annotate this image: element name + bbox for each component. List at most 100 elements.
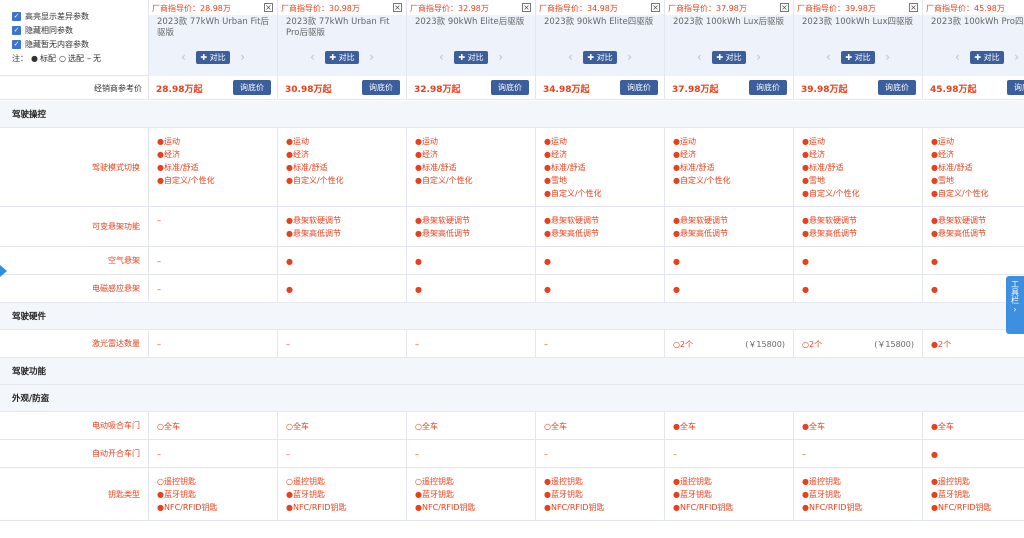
car-model-name[interactable]: 2023款 77kWh Urban Fit后驱版	[149, 15, 277, 49]
param-row: 激光雷达数量 – – – – ○2个 (￥15800) ○2个 (￥15800) ●2个	[0, 330, 1024, 358]
dealer-price: 39.98万起	[801, 85, 848, 95]
param-cell: ○2个 (￥15800)	[664, 330, 793, 357]
param-value: ●悬架软硬调节	[544, 216, 599, 225]
move-right-icon[interactable]: ›	[494, 50, 508, 64]
param-label[interactable]: 电磁感应悬架	[0, 275, 148, 302]
param-cell: ○遥控钥匙 ●蓝牙钥匙 ●NFC/RFID钥匙	[148, 468, 277, 520]
move-right-icon[interactable]: ›	[236, 50, 250, 64]
param-value: ●经济	[286, 150, 309, 159]
param-label[interactable]: 空气悬架	[0, 247, 148, 274]
compare-button[interactable]: ✚ 对比	[841, 50, 875, 64]
close-icon[interactable]: ×	[780, 3, 789, 12]
param-value: ●自定义/个性化	[415, 176, 473, 185]
close-icon[interactable]: ×	[522, 3, 531, 12]
param-value: ●运动	[157, 137, 180, 146]
param-cell: ●	[277, 247, 406, 274]
checkbox-checked-icon[interactable]: ✓	[12, 11, 21, 21]
legend-optional: 选配	[67, 53, 84, 63]
param-value: ●标准/舒适	[415, 163, 457, 172]
compare-button[interactable]: ✚ 对比	[325, 50, 359, 64]
msrp-price: 厂商指导价：37.98万	[665, 0, 793, 15]
inquire-price-button[interactable]: 询底价	[1007, 80, 1024, 95]
msrp-price: 厂商指导价：28.98万	[149, 0, 277, 15]
close-icon[interactable]: ×	[393, 3, 402, 12]
param-value: ●标准/舒适	[286, 163, 328, 172]
inquire-price-button[interactable]: 询底价	[491, 80, 529, 95]
inquire-price-button[interactable]: 询底价	[362, 80, 400, 95]
move-right-icon[interactable]: ›	[752, 50, 766, 64]
param-value: –	[157, 339, 161, 349]
close-icon[interactable]: ×	[909, 3, 918, 12]
param-value: ●标准/舒适	[157, 163, 199, 172]
move-right-icon[interactable]: ›	[1010, 50, 1024, 64]
move-left-icon[interactable]: ‹	[821, 50, 835, 64]
hide-same-option[interactable]: ✓ 隐藏相同参数	[12, 23, 148, 37]
inquire-price-button[interactable]: 询底价	[620, 80, 658, 95]
param-label[interactable]: 钥匙类型	[0, 468, 148, 520]
car-model-name[interactable]: 2023款 77kWh Urban Fit Pro后驱版	[278, 15, 406, 49]
car-model-name[interactable]: 2023款 90kWh Elite四驱版	[536, 15, 664, 49]
move-right-icon[interactable]: ›	[623, 50, 637, 64]
move-left-icon[interactable]: ‹	[692, 50, 706, 64]
hide-empty-option[interactable]: ✓ 隐藏暂无内容参数	[12, 37, 148, 51]
car-model-name[interactable]: 2023款 90kWh Elite后驱版	[407, 15, 535, 49]
inquire-price-button[interactable]: 询底价	[233, 80, 271, 95]
param-value: –	[157, 256, 161, 266]
param-cell: ○全车	[535, 412, 664, 439]
compare-button[interactable]: ✚ 对比	[583, 50, 617, 64]
param-label[interactable]: 驾驶模式切换	[0, 128, 148, 206]
compare-button[interactable]: ✚ 对比	[454, 50, 488, 64]
car-model-name[interactable]: 2023款 100kWh Lux四驱版	[794, 15, 922, 49]
close-icon[interactable]: ×	[651, 3, 660, 12]
compare-button[interactable]: ✚ 对比	[196, 50, 230, 64]
param-cell: –	[277, 330, 406, 357]
param-cell: ●2个	[922, 330, 1024, 357]
msrp-price: 厂商指导价：32.98万	[407, 0, 535, 15]
param-row: 空气悬架 – ● ● ● ● ● ●	[0, 247, 1024, 275]
param-cell: ●悬架软硬调节 ●悬架高低调节	[535, 207, 664, 246]
compare-button[interactable]: ✚ 对比	[712, 50, 746, 64]
close-icon[interactable]: ×	[264, 3, 273, 12]
param-label[interactable]: 激光雷达数量	[0, 330, 148, 357]
highlight-diff-option[interactable]: ✓ 高亮显示差异参数	[12, 9, 148, 23]
param-value: ●经济	[157, 150, 180, 159]
param-cell: ●	[793, 247, 922, 274]
inquire-price-button[interactable]: 询底价	[749, 80, 787, 95]
move-left-icon[interactable]: ‹	[305, 50, 319, 64]
optional-circle-icon: ○	[58, 53, 66, 63]
section-title: 驾驶硬件	[12, 312, 47, 322]
compare-controls: ‹ ✚ 对比 ›	[923, 49, 1024, 65]
car-model-name[interactable]: 2023款 100kWh Lux后驱版	[665, 15, 793, 49]
param-value: –	[544, 449, 548, 459]
param-value: ●悬架高低调节	[673, 229, 728, 238]
param-value: ●经济	[544, 150, 567, 159]
param-value: ●遥控钥匙	[931, 477, 970, 486]
param-value: ●悬架软硬调节	[802, 216, 857, 225]
move-left-icon[interactable]: ‹	[176, 50, 190, 64]
compare-button[interactable]: ✚ 对比	[970, 50, 1004, 64]
param-value: ○全车	[286, 421, 309, 431]
param-cell: ○全车	[406, 412, 535, 439]
move-right-icon[interactable]: ›	[881, 50, 895, 64]
param-label[interactable]: 自动开合车门	[0, 440, 148, 467]
checkbox-checked-icon[interactable]: ✓	[12, 25, 21, 35]
param-value: ○2个 (￥15800)	[673, 338, 793, 351]
move-left-icon[interactable]: ‹	[434, 50, 448, 64]
param-value: ●NFC/RFID钥匙	[802, 503, 863, 512]
checkbox-checked-icon[interactable]: ✓	[12, 39, 21, 49]
toolbar-arrow-icon: ›	[1013, 305, 1017, 314]
car-model-name[interactable]: 2023款 100kWh Pro四驱版	[923, 15, 1024, 49]
inquire-price-button[interactable]: 询底价	[878, 80, 916, 95]
param-cell: ○2个 (￥15800)	[793, 330, 922, 357]
move-right-icon[interactable]: ›	[365, 50, 379, 64]
param-value: ●全车	[931, 421, 954, 431]
param-label[interactable]: 电动吸合车门	[0, 412, 148, 439]
move-left-icon[interactable]: ‹	[563, 50, 577, 64]
move-left-icon[interactable]: ‹	[950, 50, 964, 64]
param-label[interactable]: 可变悬架功能	[0, 207, 148, 246]
toolbar-tab[interactable]: 工具栏 ›	[1006, 276, 1024, 334]
param-cell: ●	[922, 440, 1024, 467]
param-cell: ●全车	[922, 412, 1024, 439]
side-arrow-icon[interactable]	[0, 265, 7, 277]
param-cell: –	[148, 440, 277, 467]
